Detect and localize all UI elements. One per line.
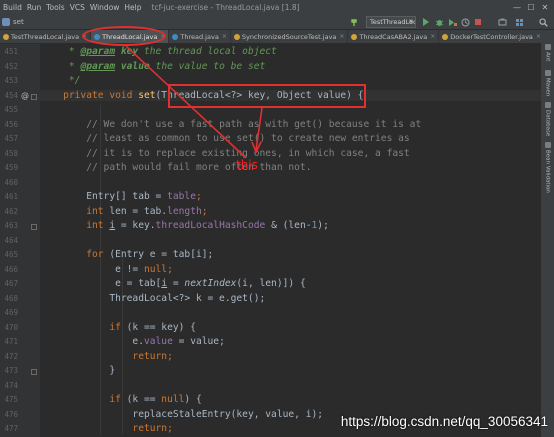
annotation-arrows [125, 45, 263, 159]
arrow-line [255, 107, 263, 151]
arrow-line [125, 45, 247, 159]
watermark: https://blog.csdn.net/qq_30056341 [340, 414, 548, 429]
annotation-label: this [236, 158, 258, 172]
